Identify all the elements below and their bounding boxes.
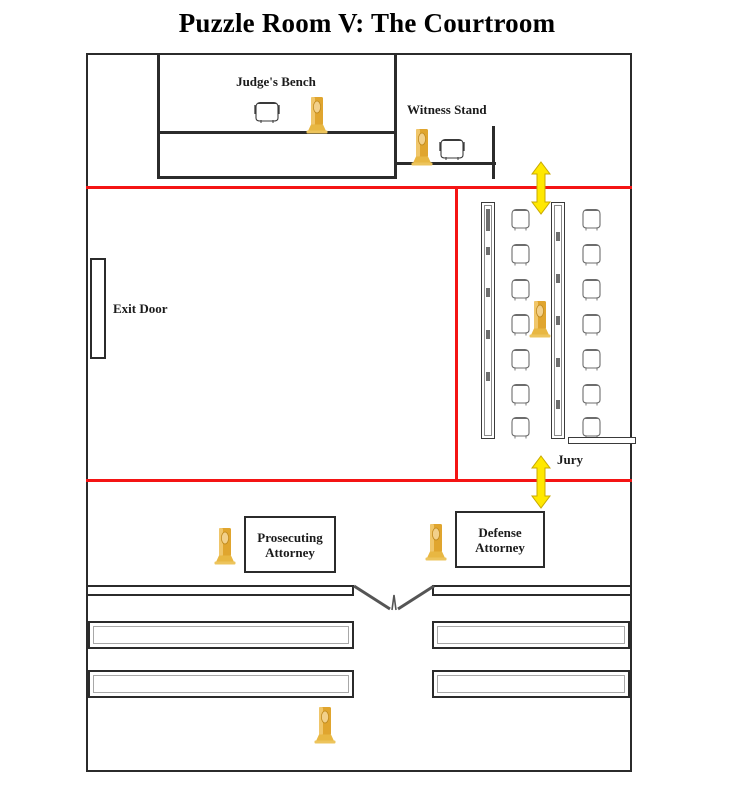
jury-seat-icon — [508, 346, 533, 372]
exit-door-label: Exit Door — [113, 301, 168, 316]
jury-rail-left-segment — [486, 330, 490, 339]
gallery-bench-row2-right-inner — [437, 675, 625, 693]
red-divider-line-vertical — [455, 186, 458, 482]
jury-seat-icon — [579, 276, 604, 302]
jury-seat-icon — [508, 241, 533, 267]
page-title: Puzzle Room V: The Courtroom — [178, 8, 556, 38]
exit-door[interactable] — [90, 258, 106, 359]
pawn-figure-icon — [305, 96, 329, 134]
jury-seat-icon — [508, 381, 533, 407]
prosecuting-attorney-label: Prosecuting Attorney — [257, 530, 323, 561]
gallery-bench-row1-left-inner — [93, 626, 349, 644]
witness-stand-left-wall — [394, 131, 397, 179]
jury-rail-left-segment — [486, 247, 490, 255]
jury-rail-left-inner — [484, 205, 492, 436]
jury-rail-middle-segment — [556, 358, 560, 367]
bar-railing-left — [86, 585, 354, 596]
jury-rail-left-segment — [486, 372, 490, 381]
chair-icon — [437, 135, 467, 161]
gallery-bench-row2-left-inner — [93, 675, 349, 693]
jury-seat-icon — [579, 311, 604, 337]
defense-attorney-label: Defense Attorney — [475, 525, 525, 556]
witness-stand-label: Witness Stand — [407, 102, 487, 117]
pawn-figure-icon — [213, 527, 237, 565]
pawn-figure-icon — [424, 523, 448, 561]
jury-rail-middle-segment — [556, 232, 560, 241]
pawn-figure-icon — [313, 706, 337, 744]
jury-seat-icon — [579, 346, 604, 372]
jury-seat-icon — [508, 276, 533, 302]
bar-railing-right — [432, 585, 632, 596]
jury-seat-icon — [579, 241, 604, 267]
jury-seat-icon — [508, 414, 533, 440]
jury-front-rail — [568, 437, 636, 444]
chair-icon — [252, 98, 282, 124]
jury-rail-middle-segment — [556, 400, 560, 409]
judge-bench-front-wall — [157, 131, 396, 134]
judge-block-bottom-wall — [157, 176, 396, 179]
judges-bench-label: Judge's Bench — [236, 74, 316, 89]
jury-seat-icon — [579, 206, 604, 232]
pawn-figure-icon — [410, 128, 434, 166]
courtroom-floor-plan: Puzzle Room V: The Courtroom Judge's Ben… — [0, 0, 734, 800]
witness-stand-right-wall — [492, 126, 495, 179]
gallery-bench-row1-right-inner — [437, 626, 625, 644]
pawn-figure-icon — [528, 300, 552, 338]
bar-gate[interactable] — [352, 583, 436, 615]
jury-rail-left-segment — [486, 288, 490, 297]
jury-rail-middle-segment — [556, 274, 560, 283]
jury-rail-middle-segment — [556, 316, 560, 325]
judge-block-left-wall — [157, 53, 160, 179]
double-headed-arrow-icon — [529, 161, 553, 215]
double-headed-arrow-icon — [529, 455, 553, 509]
jury-seat-icon — [579, 381, 604, 407]
jury-rail-left-segment — [486, 209, 490, 231]
